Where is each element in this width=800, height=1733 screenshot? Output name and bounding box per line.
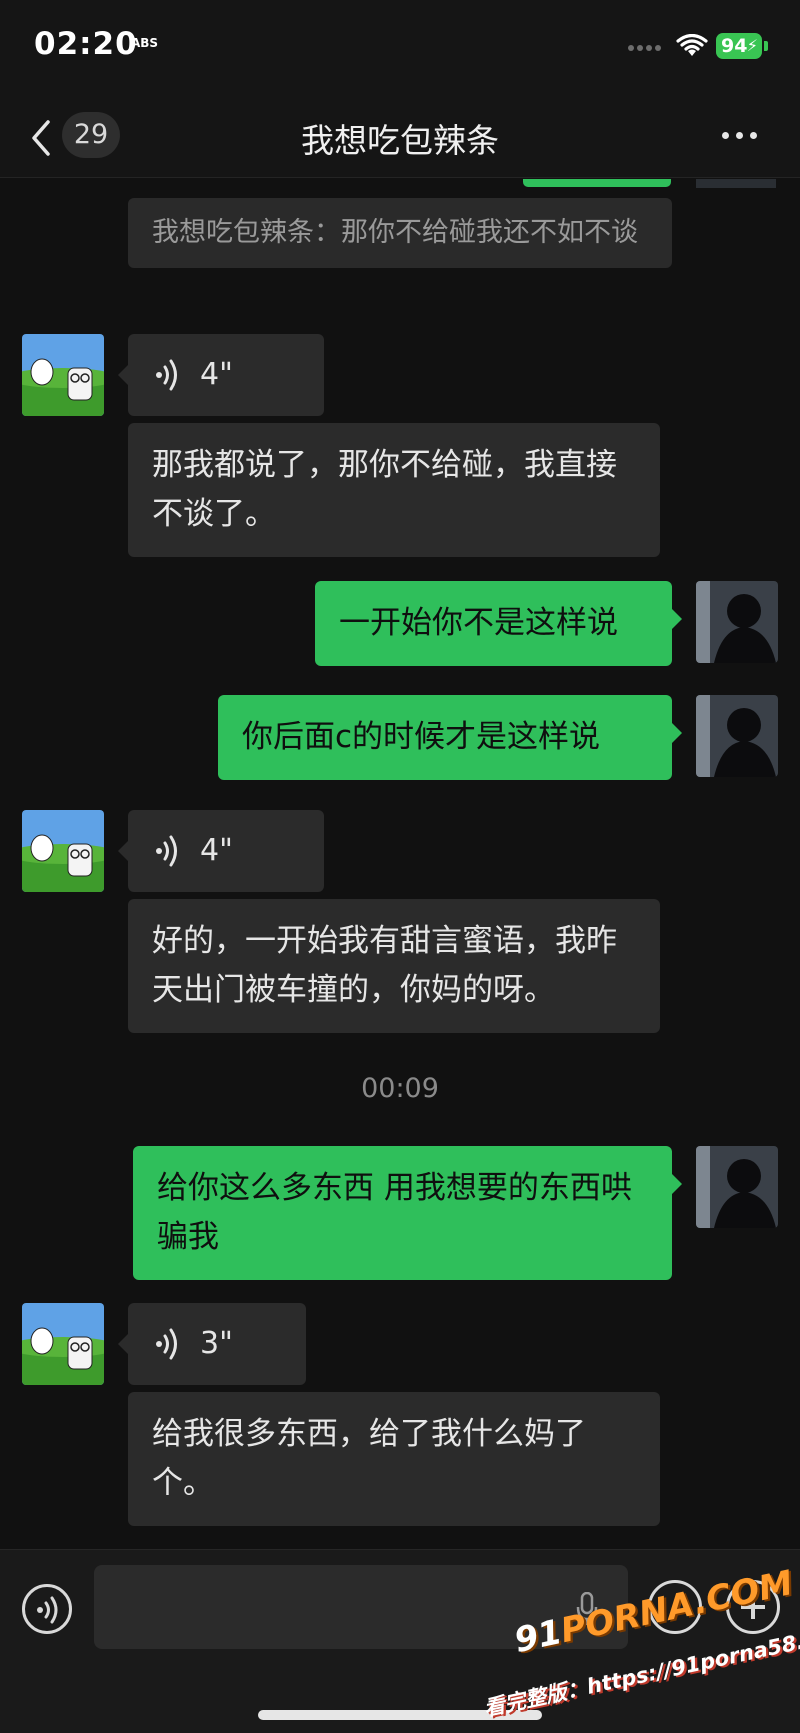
message-bubble-incoming[interactable]: 好的，一开始我有甜言蜜语，我昨天出门被车撞的，你妈的呀。 (128, 899, 660, 1033)
silhouette-avatar-icon (696, 695, 778, 777)
quoted-message[interactable]: 我想吃包辣条：那你不给碰我还不如不谈 (128, 198, 672, 268)
voice-duration: 3" (200, 1326, 233, 1361)
silhouette-avatar-icon (696, 581, 778, 663)
voice-duration: 4" (200, 833, 233, 868)
voice-wave-icon (156, 359, 177, 391)
back-arrow-icon[interactable] (28, 118, 54, 158)
voice-message[interactable]: 4" (118, 810, 324, 892)
contact-avatar[interactable] (22, 810, 104, 892)
voice-wave-icon (37, 1596, 58, 1624)
status-bar: 02:20 ABS 94 ⚡ (0, 0, 800, 100)
self-avatar[interactable] (696, 1146, 778, 1228)
unread-count-badge[interactable]: 29 (62, 112, 120, 158)
chat-header: 29 我想吃包辣条 (0, 100, 800, 178)
message-bubble-incoming[interactable]: 那我都说了，那你不给碰，我直接不谈了。 (128, 423, 660, 557)
message-bubble-outgoing[interactable]: 你后面c的时候才是这样说 (218, 695, 682, 780)
cartoon-avatar-icon (22, 1303, 104, 1385)
home-indicator (258, 1710, 542, 1720)
silhouette-avatar-icon (696, 1146, 778, 1228)
battery-cap (764, 41, 768, 51)
cartoon-avatar-icon (22, 810, 104, 892)
charging-bolt-icon: ⚡ (746, 36, 758, 55)
message-bubble-outgoing[interactable]: 给你这么多东西 用我想要的东西哄骗我 (133, 1146, 682, 1280)
contact-avatar[interactable] (22, 334, 104, 416)
message-bubble-outgoing[interactable]: 一开始你不是这样说 (315, 581, 682, 666)
previous-self-avatar (696, 179, 776, 188)
microphone-icon[interactable] (576, 1592, 598, 1626)
battery-level: 94 (721, 35, 748, 57)
cartoon-avatar-icon (22, 334, 104, 416)
self-avatar[interactable] (696, 581, 778, 663)
message-bubble-incoming[interactable]: 给我很多东西，给了我什么妈了个。 (128, 1392, 660, 1526)
emoji-button[interactable] (648, 1580, 702, 1634)
voice-duration: 4" (200, 357, 233, 392)
self-avatar[interactable] (696, 695, 778, 777)
message-list[interactable]: 我想吃包辣条：那你不给碰我还不如不谈 4" 那我都说了，那你不给碰，我直接不谈了… (0, 179, 800, 1549)
more-functions-button[interactable] (726, 1580, 780, 1634)
chat-title: 我想吃包辣条 (301, 121, 499, 160)
voice-wave-icon (156, 1328, 177, 1360)
battery-indicator: 94 ⚡ (716, 33, 762, 59)
message-input[interactable] (94, 1565, 628, 1649)
wifi-icon (676, 34, 708, 56)
voice-message[interactable]: 3" (118, 1303, 306, 1385)
status-time: 02:20 (34, 26, 138, 62)
voice-input-toggle[interactable] (22, 1584, 72, 1634)
chat-input-bar (0, 1549, 800, 1733)
previous-outgoing-bubble (523, 179, 671, 187)
carrier-glyph: ABS (131, 36, 159, 50)
signal-dots-icon (628, 45, 668, 53)
voice-message[interactable]: 4" (118, 334, 324, 416)
contact-avatar[interactable] (22, 1303, 104, 1385)
timestamp: 00:09 (361, 1073, 439, 1104)
more-options-icon[interactable] (722, 132, 757, 139)
voice-wave-icon (156, 835, 177, 867)
